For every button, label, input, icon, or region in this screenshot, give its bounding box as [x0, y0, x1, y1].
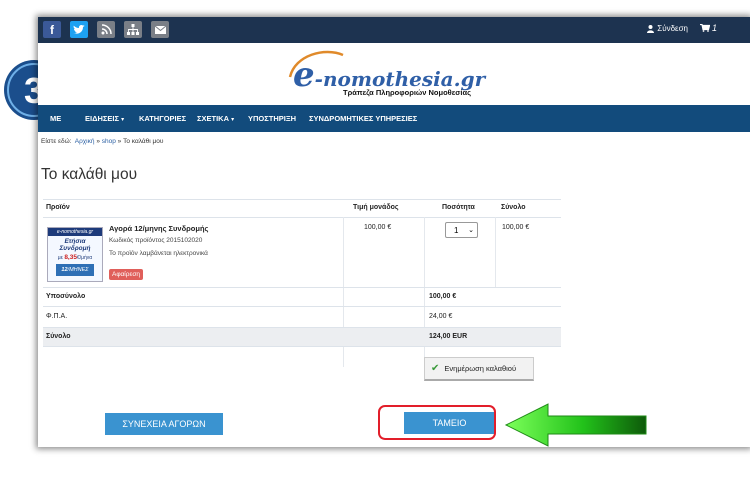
- logo-area: e-nomothesia.gr Τράπεζα Πληροφοριών Νομο…: [38, 43, 750, 105]
- nav-news-label: ΕΙΔΗΣΕΙΣ: [85, 114, 119, 123]
- subtotal-value: 100,00 €: [429, 293, 457, 300]
- col-header-qty: Ποσότητα: [442, 204, 475, 211]
- nav-about-label: ΣΧΕΤΙΚΑ: [197, 114, 230, 123]
- col-header-total: Σύνολο: [501, 204, 526, 211]
- nav-about[interactable]: ΣΧΕΤΙΚΑ ▾: [197, 114, 234, 123]
- product-image-price: 8,35: [64, 254, 77, 261]
- cart-table: Προϊόν Τιμή μονάδος Ποσότητα Σύνολο e-no…: [43, 199, 561, 367]
- product-image-price-prefix: με: [57, 255, 63, 261]
- product-image-brand: e-nomothesia.gr: [48, 228, 102, 236]
- green-arrow-icon: [504, 403, 647, 447]
- chevron-down-icon: ⌄: [468, 227, 474, 234]
- quantity-select[interactable]: 1 ⌄: [445, 222, 478, 238]
- subtotal-label: Υποσύνολο: [46, 293, 86, 300]
- login-link[interactable]: Σύνδεση: [647, 24, 688, 33]
- breadcrumb-shop[interactable]: shop: [102, 138, 116, 145]
- browser-page: f Σύνδεση 1 e-nomothesia.gr Τράπεζα Πληρ…: [38, 17, 750, 447]
- rss-icon[interactable]: [97, 21, 115, 38]
- login-label: Σύνδεση: [657, 24, 688, 33]
- product-code: Κωδικός προϊόντος 2015102020: [109, 237, 203, 244]
- product-image-months: 12: [61, 267, 68, 273]
- update-cart-label: Ενημέρωση καλαθιού: [444, 364, 517, 373]
- update-cart-button[interactable]: ✔ Ενημέρωση καλαθιού: [424, 357, 534, 381]
- item-unit-price: 100,00 €: [364, 224, 392, 231]
- total-row: [43, 328, 561, 346]
- logo-swoosh: [288, 50, 344, 78]
- product-name[interactable]: Αγορά 12/μηνης Συνδρομής: [109, 224, 208, 233]
- total-label: Σύνολο: [46, 333, 71, 340]
- col-header-product: Προϊόν: [46, 204, 70, 211]
- product-note: Το προϊόν λαμβάνεται ηλεκτρονικά: [109, 250, 208, 257]
- product-image[interactable]: e-nomothesia.gr Ετήσια Συνδρομή με 8,35€…: [47, 227, 103, 282]
- nav-subscriptions[interactable]: ΣΥΝΔΡΟΜΗΤΙΚΕΣ ΥΠΗΡΕΣΙΕΣ: [309, 114, 417, 123]
- nav-news[interactable]: ΕΙΔΗΣΕΙΣ ▾: [85, 114, 124, 123]
- vat-value: 24,00 €: [429, 313, 453, 320]
- breadcrumb-sep: »: [96, 138, 100, 145]
- twitter-icon[interactable]: [70, 21, 88, 38]
- remove-button[interactable]: Αφαίρεση: [109, 269, 143, 280]
- top-bar: f Σύνδεση 1: [38, 17, 750, 43]
- breadcrumb: Είστε εδώ: Αρχική » shop » Το καλάθι μου: [41, 138, 163, 145]
- quantity-value: 1: [454, 225, 459, 235]
- col-header-unit-price: Τιμή μονάδος: [353, 204, 399, 211]
- product-image-line1: Ετήσια: [64, 238, 86, 245]
- cart-icon: [699, 24, 710, 32]
- nav-categories[interactable]: ΚΑΤΗΓΟΡΙΕΣ: [139, 114, 186, 123]
- page-title: Το καλάθι μου: [41, 166, 138, 183]
- cart-count: 1: [711, 23, 717, 33]
- checkout-highlight: [378, 405, 496, 440]
- main-nav: ΜΕ ΕΙΔΗΣΕΙΣ ▾ ΚΑΤΗΓΟΡΙΕΣ ΣΧΕΤΙΚΑ ▾ ΥΠΟΣΤ…: [38, 105, 750, 132]
- mail-icon[interactable]: [151, 21, 169, 38]
- chevron-down-icon: ▾: [121, 117, 125, 123]
- breadcrumb-home[interactable]: Αρχική: [75, 138, 95, 145]
- total-value: 124,00 EUR: [429, 333, 468, 340]
- breadcrumb-prefix: Είστε εδώ:: [41, 138, 72, 145]
- breadcrumb-sep: »: [117, 138, 122, 145]
- vat-label: Φ.Π.Α.: [46, 313, 68, 320]
- continue-shopping-button[interactable]: ΣΥΝΕΧΕΙΑ ΑΓΟΡΩΝ: [105, 413, 223, 435]
- nav-home[interactable]: ΜΕ: [50, 114, 61, 123]
- cart-link[interactable]: 1: [699, 23, 717, 33]
- product-image-price-suffix: €/μήνα: [76, 255, 93, 261]
- nav-support[interactable]: ΥΠΟΣΤΗΡΙΞΗ: [248, 114, 296, 123]
- product-image-months-label: ΜΗΝΕΣ: [69, 267, 89, 273]
- chevron-down-icon: ▾: [231, 117, 235, 123]
- item-total: 100,00 €: [502, 224, 530, 231]
- user-icon: [647, 24, 655, 33]
- facebook-icon[interactable]: f: [43, 21, 61, 38]
- product-image-line2: Συνδρομή: [59, 245, 91, 252]
- breadcrumb-current: Το καλάθι μου: [123, 138, 164, 145]
- logo-tagline: Τράπεζα Πληροφοριών Νομοθεσίας: [343, 88, 472, 97]
- check-icon: ✔: [431, 363, 440, 374]
- sitemap-icon[interactable]: [124, 21, 142, 38]
